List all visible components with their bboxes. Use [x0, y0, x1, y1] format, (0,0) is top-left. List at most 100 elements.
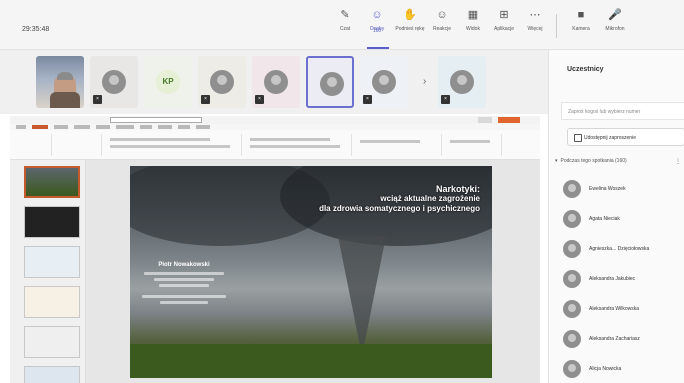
ribbon-group: [442, 134, 502, 156]
ribbon-control: [110, 145, 230, 148]
participant-name: Aleksandra Zachariasz: [589, 336, 640, 342]
avatar-icon: [102, 70, 126, 94]
microphone-button[interactable]: 🎤 Mikrofon: [598, 8, 632, 46]
view-label: Widok: [466, 26, 480, 32]
participant-name: Aleksandra Wilkowska: [589, 306, 640, 312]
participant-list-item[interactable]: Agata Nieciak: [563, 210, 684, 230]
mic-muted-icon: ×: [441, 95, 450, 104]
slide-thumbnail[interactable]: [24, 206, 80, 238]
field-image: [130, 344, 492, 378]
participant-tile[interactable]: ×: [252, 56, 300, 108]
document-title-box: [110, 117, 202, 123]
avatar-icon: [264, 70, 288, 94]
chat-label: Czat: [339, 26, 351, 32]
reactions-button[interactable]: ☺ Reakcje: [425, 8, 459, 46]
avatar-initials: KP: [156, 70, 180, 94]
in-meeting-section[interactable]: ▾ Podczas tego spotkania (160) ⋮: [555, 158, 681, 165]
participant-list-item[interactable]: Alicja Nowicka: [563, 360, 684, 380]
slide-canvas: Narkotyki: wciąż aktualne zagrożenie dla…: [86, 160, 540, 383]
slide-title: Narkotyki: wciąż aktualne zagrożenie dla…: [250, 184, 480, 214]
raise-hand-button[interactable]: ✋ Podnieś rękę: [393, 8, 427, 46]
slide-author-block: Piotr Nowakowski: [136, 262, 232, 307]
microphone-icon: 🎤: [608, 9, 622, 21]
slide-thumbnail[interactable]: [24, 286, 80, 318]
ribbon-control: [250, 138, 330, 141]
mic-muted-icon: ×: [93, 95, 102, 104]
meeting-timer: 29:35:48: [22, 26, 50, 33]
share-invite-label: Udostępnij zaproszenie: [584, 135, 636, 141]
slide-title-line2: wciąż aktualne zagrożenie: [380, 194, 480, 203]
share-invite-button[interactable]: Udostępnij zaproszenie: [567, 128, 684, 146]
ribbon-tab: [140, 125, 152, 129]
ribbon-control: [110, 138, 210, 141]
author-affiliation: [159, 284, 209, 287]
ribbon-control: [360, 140, 420, 143]
chevron-right-icon[interactable]: ›: [423, 76, 426, 87]
avatar-icon: [563, 330, 581, 348]
reactions-label: Reakcje: [432, 26, 452, 32]
participant-tile[interactable]: ×: [198, 56, 246, 108]
participant-tile[interactable]: KP: [144, 56, 192, 108]
camera-button[interactable]: ■ Kamera: [564, 8, 598, 46]
participant-video: [50, 72, 80, 108]
participant-tile[interactable]: ×: [90, 56, 138, 108]
people-button[interactable]: ☺160 Osoby: [360, 8, 394, 46]
avatar-icon: [563, 270, 581, 288]
chat-button[interactable]: ✎ Czat: [328, 8, 362, 46]
chat-icon: ✎: [340, 9, 350, 21]
avatar-icon: [563, 360, 581, 378]
participant-video-tile[interactable]: [36, 56, 84, 108]
avatar-icon: [372, 70, 396, 94]
ribbon-tab: [158, 125, 172, 129]
avatar-icon: [320, 72, 344, 96]
author-name: Piotr Nowakowski: [158, 262, 210, 268]
participant-list-item[interactable]: Aleksandra Wilkowska: [563, 300, 684, 320]
reactions-icon: ☺: [436, 9, 448, 21]
participant-tile[interactable]: ×: [438, 56, 486, 108]
avatar-icon: [563, 300, 581, 318]
slide-thumbnail[interactable]: [24, 166, 80, 198]
shared-screen: Narkotyki: wciąż aktualne zagrożenie dla…: [0, 114, 548, 383]
author-affiliation: [142, 295, 226, 298]
participant-list-item[interactable]: Aleksandra Jakubiec: [563, 270, 684, 290]
participant-strip: × KP × × × ×: [0, 50, 548, 114]
meeting-toolbar: 29:35:48 ✎ Czat ☺160 Osoby ✋ Podnieś ręk…: [0, 0, 684, 50]
view-button[interactable]: ▦ Widok: [456, 8, 490, 46]
avatar-icon: [563, 210, 581, 228]
participant-tile[interactable]: ×: [360, 56, 408, 108]
window-controls: [478, 117, 492, 123]
slide-thumbnails: [10, 160, 86, 383]
apps-label: Aplikacje: [493, 26, 514, 32]
camera-icon: ■: [577, 9, 585, 21]
participant-name: Agnieszka... Dzięciołowska: [589, 246, 650, 252]
slide-title-line3: dla zdrowia somatycznego i psychicznego: [319, 204, 480, 213]
people-icon: ☺160: [371, 9, 383, 34]
invite-search-input[interactable]: Zaproś kogoś lub wybierz numer: [561, 102, 684, 120]
view-icon: ▦: [467, 9, 479, 21]
avatar-icon: [563, 240, 581, 258]
tornado-image: [338, 236, 386, 356]
participant-list-item[interactable]: Aleksandra Zachariasz: [563, 330, 684, 350]
participants-panel: Uczestnicy Zaproś kogoś lub wybierz nume…: [548, 50, 684, 383]
ribbon-tab: [116, 125, 134, 129]
participant-list-item[interactable]: Agnieszka... Dzięciołowska: [563, 240, 684, 260]
ribbon-group: [352, 134, 442, 156]
share-icon: [574, 134, 582, 142]
slide-thumbnail[interactable]: [24, 246, 80, 278]
ribbon-group: [10, 134, 52, 156]
ribbon-control: [450, 140, 490, 143]
apps-button[interactable]: ⊞ Aplikacje: [487, 8, 521, 46]
more-label: Więcej: [527, 26, 543, 32]
participant-list-item[interactable]: Ewelina Woszek: [563, 180, 684, 200]
author-affiliation: [154, 278, 214, 281]
mic-muted-icon: ×: [255, 95, 264, 104]
participant-name: Alicja Nowicka: [589, 366, 622, 372]
avatar-icon: [563, 180, 581, 198]
more-options-icon[interactable]: ⋮: [675, 158, 681, 165]
raise-hand-icon: ✋: [403, 9, 417, 21]
slide-thumbnail[interactable]: [24, 366, 80, 383]
participant-tile-selected[interactable]: [306, 56, 354, 108]
ribbon-tab: [16, 125, 26, 129]
more-button[interactable]: ⋯ Więcej: [518, 8, 552, 46]
slide-thumbnail[interactable]: [24, 326, 80, 358]
